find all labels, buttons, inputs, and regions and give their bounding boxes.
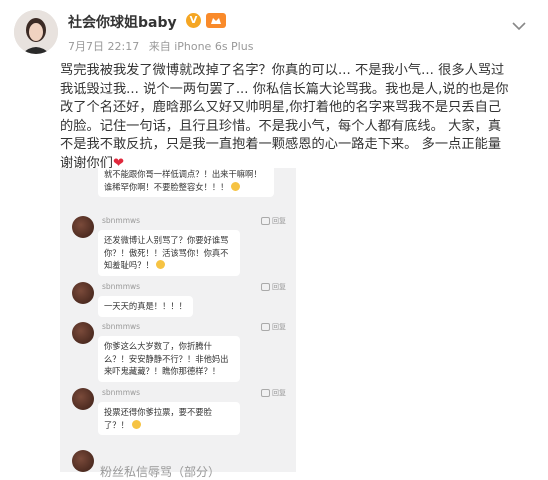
sender-avatar (72, 450, 94, 472)
message-bubble: 就不能跟你哥一样低调点？！出来干嘛啊！谁稀罕你啊！不要脸整容女！！！ (98, 168, 274, 197)
smile-emoji-icon (156, 260, 166, 269)
sender-name: sbnmmws (102, 322, 141, 331)
message-bubble: 你爹这么大岁数了，你折腾什么？！安安静静不行？！非他妈出来吓鬼藏藏？！瞧你那德样… (98, 336, 240, 382)
message-text: 你爹这么大岁数了，你折腾什么？！安安静静不行？！非他妈出来吓鬼藏藏？！瞧你那德样… (104, 341, 229, 376)
message-bubble: 一天天的真是！！！！ (98, 296, 193, 317)
verified-badge-icon: V (186, 13, 201, 28)
message-bubble: 投票还得你爹拉票，要不要脸了？！ (98, 402, 240, 435)
message-bubble: 还发微博让人别骂了？你要好谁骂你？！傲死！！活该骂你！你真不知羞耻吗？！ (98, 230, 240, 276)
sender-avatar (72, 388, 94, 410)
message-text: 投票还得你爹拉票，要不要脸了？！ (104, 407, 212, 430)
avatar[interactable] (14, 10, 58, 54)
post-meta: 7月7日 22:17 来自 iPhone 6s Plus (68, 38, 253, 54)
chevron-down-icon[interactable] (512, 16, 526, 31)
reply-button: 回复 (261, 322, 286, 332)
level-badge-icon (206, 13, 226, 28)
post-date: 7月7日 22:17 (68, 40, 140, 53)
username[interactable]: 社会你球姐baby (68, 12, 177, 32)
sender-name: sbnmmws (102, 388, 141, 397)
post-body: 骂完我被我发了微博就改掉了名字？你真的可以... 不是我小气... 很多人骂过我… (60, 63, 509, 171)
post-source: 来自 iPhone 6s Plus (148, 40, 254, 53)
post-text: 骂完我被我发了微博就改掉了名字？你真的可以... 不是我小气... 很多人骂过我… (60, 62, 510, 173)
message-text: 还发微博让人别骂了？你要好谁骂你？！傲死！！活该骂你！你真不知羞耻吗？！ (104, 235, 229, 270)
smile-emoji-icon (131, 419, 141, 429)
sender-avatar (72, 216, 94, 238)
message-text: 一天天的真是！！！！ (104, 301, 187, 311)
smile-emoji-icon (231, 181, 241, 191)
reply-button: 回复 (261, 282, 286, 292)
sender-avatar (72, 282, 94, 304)
reply-icon (261, 323, 270, 331)
reply-button: 回复 (261, 388, 286, 398)
sender-name: sbnmmws (102, 216, 141, 225)
reply-icon (261, 217, 270, 225)
reply-button: 回复 (261, 216, 286, 226)
sender-name: sbnmmws (102, 282, 141, 291)
post-image-screenshot[interactable]: 就不能跟你哥一样低调点？！出来干嘛啊！谁稀罕你啊！不要脸整容女！！！ sbnmm… (60, 168, 296, 472)
reply-icon (261, 283, 270, 291)
sender-avatar (72, 322, 94, 344)
reply-icon (261, 389, 270, 397)
